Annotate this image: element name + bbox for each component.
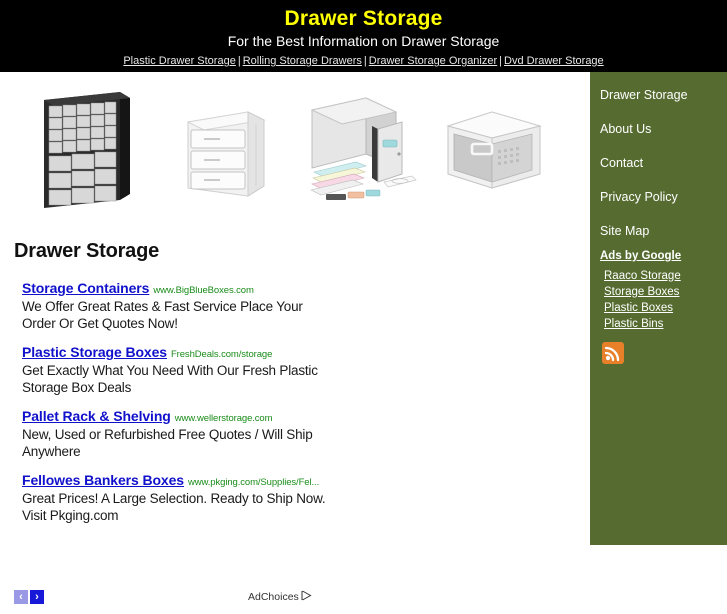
ad-url: www.pkging.com/Supplies/Fel...	[188, 477, 320, 488]
product-image-white-grey-modular-storage-drawer	[432, 82, 552, 212]
main-content: Drawer Storage Storage Containers www.Big…	[0, 72, 588, 604]
sidebar-ad-link-raaco-storage[interactable]: Raaco Storage	[600, 268, 725, 284]
header-nav-link-rolling-storage-drawers[interactable]: Rolling Storage Drawers	[243, 55, 362, 67]
product-image-grey-filing-drawer-box-with-cards	[300, 82, 420, 212]
ad-prev-button[interactable]: ‹	[14, 590, 28, 604]
header-nav-link-dvd-drawer-storage[interactable]: Dvd Drawer Storage	[504, 55, 604, 67]
google-ads-block: Storage Containers www.BigBlueBoxes.com W…	[22, 280, 332, 536]
site-tagline: For the Best Information on Drawer Stora…	[227, 33, 500, 49]
product-image-strip	[0, 82, 588, 212]
site-header: Drawer Storage For the Best Information …	[0, 0, 727, 72]
page-title: Drawer Storage	[14, 240, 160, 262]
rss-feed-button[interactable]	[602, 342, 624, 369]
ad-unit: Pallet Rack & Shelving www.wellerstorage.…	[22, 408, 332, 460]
adchoices-triangle-icon	[301, 590, 312, 604]
ad-description: Get Exactly What You Need With Our Fresh…	[22, 363, 318, 395]
ad-unit: Fellowes Bankers Boxes www.pkging.com/Sup…	[22, 472, 332, 524]
sidebar: Drawer Storage About Us Contact Privacy …	[590, 72, 727, 545]
sidebar-item-contact[interactable]: Contact	[590, 146, 727, 180]
ad-title-storage-containers[interactable]: Storage Containers	[22, 280, 149, 296]
header-nav-link-plastic-drawer-storage[interactable]: Plastic Drawer Storage	[123, 55, 236, 67]
adchoices-label: AdChoices	[248, 591, 299, 603]
product-image-black-multi-drawer-parts-cabinet	[38, 82, 134, 212]
ad-next-button[interactable]: ›	[30, 590, 44, 604]
ad-description: We Offer Great Rates & Fast Service Plac…	[22, 299, 303, 331]
ad-title-fellowes-bankers-boxes[interactable]: Fellowes Bankers Boxes	[22, 472, 184, 488]
ad-footer: ‹ › AdChoices	[0, 590, 588, 614]
nav-separator: |	[499, 55, 503, 67]
nav-separator: |	[237, 55, 241, 67]
rss-feed-icon	[602, 342, 624, 364]
sidebar-ads-by-google: Ads by Google Raaco Storage Storage Boxe…	[600, 250, 725, 332]
ad-url: www.wellerstorage.com	[174, 413, 273, 424]
page-body: Drawer Storage Storage Containers www.Big…	[0, 72, 727, 604]
sidebar-ad-link-plastic-bins[interactable]: Plastic Bins	[600, 316, 725, 332]
sidebar-ad-link-storage-boxes[interactable]: Storage Boxes	[600, 284, 725, 300]
sidebar-item-drawer-storage[interactable]: Drawer Storage	[590, 78, 727, 112]
site-title: Drawer Storage	[284, 7, 443, 30]
ad-unit: Plastic Storage Boxes FreshDeals.com/stor…	[22, 344, 332, 396]
sidebar-ad-link-plastic-boxes[interactable]: Plastic Boxes	[600, 300, 725, 316]
sidebar-nav: Drawer Storage About Us Contact Privacy …	[590, 78, 727, 248]
sidebar-item-site-map[interactable]: Site Map	[590, 214, 727, 248]
ad-title-plastic-storage-boxes[interactable]: Plastic Storage Boxes	[22, 344, 167, 360]
product-image-clear-three-drawer-plastic-unit	[178, 82, 274, 212]
ad-title-pallet-rack-and-shelving[interactable]: Pallet Rack & Shelving	[22, 408, 171, 424]
ads-by-google-label: Ads by Google	[600, 250, 682, 262]
ad-url: FreshDeals.com/storage	[170, 349, 273, 360]
adchoices-link[interactable]: AdChoices	[248, 590, 312, 604]
ad-description: New, Used or Refurbished Free Quotes / W…	[22, 427, 313, 459]
ad-pager: ‹ ›	[14, 590, 44, 608]
sidebar-item-privacy-policy[interactable]: Privacy Policy	[590, 180, 727, 214]
nav-separator: |	[363, 55, 367, 67]
ad-description: Great Prices! A Large Selection. Ready t…	[22, 491, 326, 523]
sidebar-item-about-us[interactable]: About Us	[590, 112, 727, 146]
ad-url: www.BigBlueBoxes.com	[153, 285, 254, 296]
ad-unit: Storage Containers www.BigBlueBoxes.com W…	[22, 280, 332, 332]
header-nav: Plastic Drawer Storage | Rolling Storage D…	[0, 53, 727, 68]
header-nav-link-drawer-storage-organizer[interactable]: Drawer Storage Organizer	[369, 55, 497, 67]
